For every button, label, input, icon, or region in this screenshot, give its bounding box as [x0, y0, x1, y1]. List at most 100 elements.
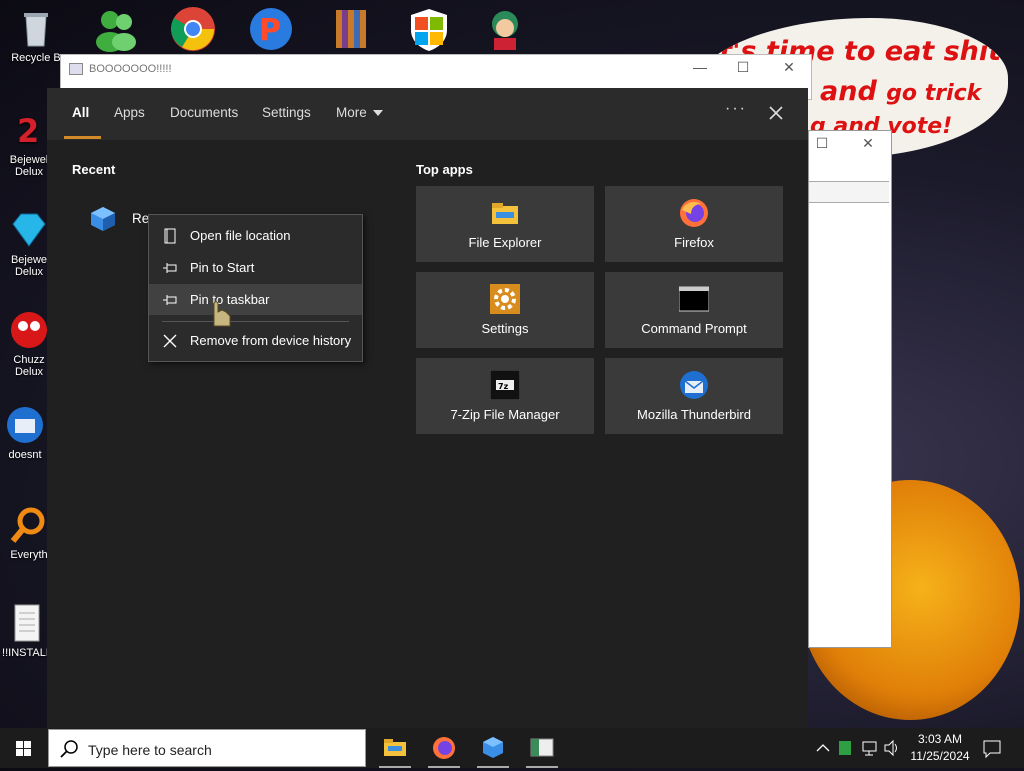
- notification-icon: [983, 740, 1001, 759]
- file-explorer-icon: [490, 198, 520, 228]
- document-icon: [7, 603, 47, 643]
- chevron-down-icon: [372, 110, 383, 117]
- network-button[interactable]: [860, 728, 880, 768]
- svg-text:P: P: [259, 13, 281, 48]
- maximize-button[interactable]: ☐: [807, 135, 837, 152]
- chevron-up-icon: [816, 744, 830, 752]
- recent-item-label: Re: [132, 211, 150, 226]
- top-app-label: Settings: [481, 321, 529, 336]
- recent-heading: Recent: [72, 162, 116, 177]
- blue-cube-app-icon: [89, 205, 117, 233]
- pin-icon: [163, 263, 177, 273]
- tray-app-icon[interactable]: [836, 728, 854, 768]
- everything-search-icon: [9, 505, 49, 545]
- winrar-icon[interactable]: [330, 6, 376, 52]
- background-window-secondary[interactable]: ☐ ✕: [808, 130, 892, 648]
- window-title: BOOOOOOO!!!!!: [89, 63, 172, 75]
- tab-more[interactable]: More: [336, 105, 383, 120]
- top-app-7zip[interactable]: 7z 7-Zip File Manager: [416, 358, 594, 434]
- taskbar-app-window[interactable]: [518, 728, 566, 768]
- top-app-label: Mozilla Thunderbird: [637, 407, 751, 422]
- search-placeholder: Type here to search: [88, 742, 212, 758]
- chuzzle-icon: [9, 310, 49, 350]
- top-app-label: Command Prompt: [641, 321, 747, 336]
- menu-item-pin-to-start[interactable]: Pin to Start: [149, 252, 362, 283]
- menu-item-label: Pin to Start: [190, 260, 255, 275]
- desktop-icon-label: !!INSTALL: [2, 647, 52, 659]
- desktop-icon-label: Recycle B: [11, 52, 61, 64]
- close-search-button[interactable]: [763, 100, 789, 126]
- search-tabbar: All Apps Documents Settings More ···: [47, 88, 808, 140]
- taskbar-blue-cube-app[interactable]: [469, 728, 517, 768]
- desktop-icon-recycle-bin[interactable]: Recycle B: [4, 8, 68, 64]
- top-app-thunderbird[interactable]: Mozilla Thunderbird: [605, 358, 783, 434]
- chrome-icon[interactable]: [170, 6, 216, 52]
- tab-apps[interactable]: Apps: [114, 105, 145, 120]
- clock-time: 3:03 AM: [917, 732, 963, 746]
- firefox-icon: [433, 737, 455, 759]
- file-explorer-icon: [384, 739, 406, 756]
- svg-text:2: 2: [17, 112, 39, 150]
- firefox-icon: [679, 198, 709, 228]
- top-app-command-prompt[interactable]: Command Prompt: [605, 272, 783, 348]
- app-window-icon: [530, 738, 554, 757]
- top-apps-heading: Top apps: [416, 162, 473, 177]
- close-button[interactable]: ✕: [774, 59, 804, 76]
- taskbar-search-box[interactable]: Type here to search: [48, 729, 366, 767]
- show-hidden-icons-button[interactable]: [814, 728, 832, 768]
- game-character-icon[interactable]: [482, 6, 528, 52]
- top-app-label: Firefox: [674, 235, 714, 250]
- close-icon: [769, 106, 783, 120]
- context-menu: Open file location Pin to Start Pin to t…: [148, 214, 363, 362]
- bejeweled-diamond-icon: [9, 210, 49, 250]
- bejeweled-2-icon: 2: [9, 110, 49, 150]
- thunderbird-icon: [679, 370, 709, 400]
- top-app-file-explorer[interactable]: File Explorer: [416, 186, 594, 262]
- settings-gear-icon: [490, 284, 520, 314]
- desktop-icon-doesnt[interactable]: doesnt: [0, 405, 50, 461]
- taskbar-file-explorer[interactable]: [371, 728, 419, 768]
- wallpaper-text: and go trick: [820, 76, 982, 107]
- windows-logo-icon: [16, 741, 31, 756]
- tab-documents[interactable]: Documents: [170, 105, 238, 120]
- active-tab-indicator: [64, 136, 101, 139]
- top-app-firefox[interactable]: Firefox: [605, 186, 783, 262]
- notifications-button[interactable]: [978, 728, 1006, 768]
- tab-all[interactable]: All: [72, 105, 89, 120]
- close-button[interactable]: ✕: [853, 135, 883, 152]
- start-button[interactable]: [0, 728, 48, 768]
- maximize-button[interactable]: ☐: [728, 59, 758, 76]
- taskbar-firefox[interactable]: [420, 728, 468, 768]
- top-app-label: File Explorer: [468, 235, 542, 250]
- menu-item-remove-from-history[interactable]: Remove from device history: [149, 325, 362, 356]
- svg-text:7z: 7z: [498, 382, 509, 391]
- mouse-cursor-icon: [213, 301, 231, 327]
- top-app-label: 7-Zip File Manager: [450, 407, 560, 422]
- more-options-button[interactable]: ···: [725, 100, 747, 118]
- 7zip-icon: 7z: [489, 369, 521, 401]
- tab-settings[interactable]: Settings: [262, 105, 311, 120]
- desktop-icon-install[interactable]: !!INSTALL: [0, 603, 54, 659]
- desktop-icon-label: doesnt: [8, 449, 42, 461]
- menu-item-label: Remove from device history: [190, 333, 352, 348]
- volume-icon: [884, 739, 897, 757]
- peggle-icon[interactable]: P: [248, 6, 294, 52]
- network-icon: [862, 741, 877, 756]
- search-icon: [60, 740, 78, 758]
- volume-button[interactable]: [882, 728, 902, 768]
- top-app-settings[interactable]: Settings: [416, 272, 594, 348]
- msn-messenger-icon[interactable]: [92, 6, 138, 52]
- taskbar-clock[interactable]: 3:03 AM 11/25/2024: [905, 731, 975, 765]
- menu-item-open-file-location[interactable]: Open file location: [149, 220, 362, 251]
- pin-icon: [163, 295, 177, 305]
- menu-item-pin-to-taskbar[interactable]: Pin to taskbar: [149, 284, 362, 315]
- windows-shield-icon[interactable]: [406, 6, 452, 52]
- open-file-location-icon: [164, 228, 176, 244]
- taskbar: Type here to search 3:03 AM 11/25/2024: [0, 728, 1024, 768]
- minimize-button[interactable]: —: [685, 59, 715, 75]
- command-prompt-icon: [678, 284, 710, 314]
- recycle-bin-icon: [16, 8, 56, 48]
- clock-date: 11/25/2024: [910, 749, 970, 763]
- menu-separator: [162, 321, 349, 322]
- menu-item-label: Open file location: [190, 228, 291, 243]
